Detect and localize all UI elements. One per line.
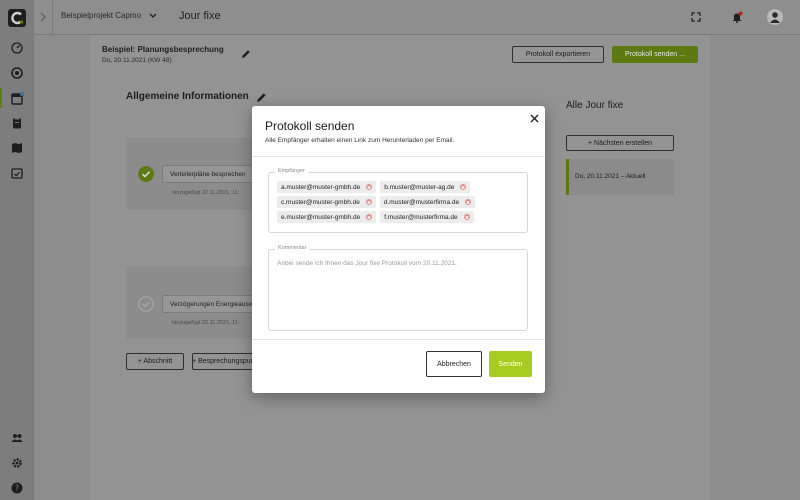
team-icon[interactable] bbox=[10, 431, 24, 445]
send-protocol-dialog: Protokoll senden Alle Empfänger erhalten… bbox=[252, 106, 545, 393]
recipient-email: a.muster@muster-gmbh.de bbox=[281, 183, 361, 191]
agenda-item-meta: hinzugefügt 22.11.2021, 11: bbox=[172, 320, 240, 326]
recipient-email: c.muster@muster-gmbh.de bbox=[281, 198, 360, 206]
agenda-item: Verzögerungen Energieausweis hinzugefügt… bbox=[126, 267, 262, 339]
tickets-icon[interactable] bbox=[10, 66, 24, 80]
agenda-item-meta: hinzugefügt 22.11.2021, 11: bbox=[172, 190, 240, 196]
top-bar: Beispielprojekt Capmo Jour fixe bbox=[34, 0, 800, 35]
recipient-chip: a.muster@muster-gmbh.de bbox=[277, 181, 377, 193]
unchecked-circle-icon[interactable] bbox=[138, 296, 154, 312]
svg-text:?: ? bbox=[15, 484, 19, 493]
recipient-chip: e.muster@muster-gmbh.de bbox=[277, 211, 377, 223]
notification-bell-icon[interactable] bbox=[731, 11, 743, 23]
clipboard-icon[interactable] bbox=[10, 116, 24, 130]
dialog-title: Protokoll senden bbox=[265, 119, 355, 133]
recipient-email: b.muster@muster-ag.de bbox=[384, 183, 455, 191]
recipient-chip: b.muster@muster-ag.de bbox=[380, 181, 471, 193]
add-discussion-point-button[interactable]: + Besprechungspunkt bbox=[192, 353, 260, 370]
agenda-item-title[interactable]: Verzögerungen Energieausweis bbox=[162, 295, 262, 313]
sidebar: ? bbox=[0, 0, 34, 500]
comment-input[interactable]: Anbei sende ich Ihnen das Jour fixe Prot… bbox=[277, 260, 457, 267]
map-icon[interactable] bbox=[10, 141, 24, 155]
cancel-button[interactable]: Abbrechen bbox=[426, 351, 482, 377]
divider bbox=[252, 156, 545, 157]
agenda-item: Verteilerpläne besprechen hinzugefügt 22… bbox=[126, 138, 262, 210]
settings-icon[interactable] bbox=[10, 456, 24, 470]
recipient-chip: d.muster@musterfirma.de bbox=[379, 196, 476, 208]
close-icon[interactable] bbox=[528, 112, 540, 124]
agenda-item-title[interactable]: Verteilerpläne besprechen bbox=[162, 165, 262, 183]
recipient-email: e.muster@muster-gmbh.de bbox=[281, 213, 361, 221]
chevron-right-icon[interactable] bbox=[38, 11, 48, 23]
checked-circle-icon[interactable] bbox=[138, 166, 154, 182]
dashboard-icon[interactable] bbox=[10, 41, 24, 55]
meeting-title: Beispiel: Planungsbesprechung bbox=[102, 45, 224, 54]
comment-label: Kommentar bbox=[275, 245, 310, 251]
remove-recipient-icon[interactable] bbox=[460, 184, 467, 190]
recipient-chips: a.muster@muster-gmbh.de b.muster@muster-… bbox=[277, 181, 521, 223]
divider bbox=[52, 0, 53, 35]
recipient-chip: c.muster@muster-gmbh.de bbox=[277, 196, 376, 208]
remove-recipient-icon[interactable] bbox=[365, 199, 372, 205]
remove-recipient-icon[interactable] bbox=[465, 199, 472, 205]
calendar-check-icon[interactable] bbox=[10, 166, 24, 180]
section-title: Allgemeine Informationen bbox=[126, 91, 249, 102]
send-button[interactable]: Senden bbox=[489, 351, 532, 377]
dialog-subtitle: Alle Empfänger erhalten einen Link zum H… bbox=[265, 137, 455, 144]
help-icon[interactable]: ? bbox=[10, 481, 24, 495]
remove-recipient-icon[interactable] bbox=[463, 214, 470, 220]
edit-pencil-icon[interactable] bbox=[256, 92, 267, 103]
chevron-down-icon bbox=[149, 13, 157, 18]
send-protocol-button[interactable]: Protokoll senden ... bbox=[612, 46, 698, 63]
recipient-email: f.muster@musterfirma.de bbox=[384, 213, 458, 221]
page-title: Jour fixe bbox=[179, 10, 221, 22]
recipients-field[interactable]: Empfänger a.muster@muster-gmbh.de b.must… bbox=[268, 168, 528, 233]
project-selector[interactable]: Beispielprojekt Capmo bbox=[61, 11, 157, 20]
export-protocol-button[interactable]: Protokoll exportieren bbox=[512, 46, 604, 63]
jour-fixe-entry[interactable]: Do, 20.11.2021 – Aktuell bbox=[566, 159, 674, 195]
jour-fixe-list-title: Alle Jour fixe bbox=[566, 100, 624, 111]
calendar-icon[interactable] bbox=[10, 91, 24, 105]
capmo-logo[interactable] bbox=[8, 9, 26, 27]
remove-recipient-icon[interactable] bbox=[366, 214, 373, 220]
user-avatar[interactable] bbox=[767, 9, 783, 25]
add-section-button[interactable]: + Abschnitt bbox=[126, 353, 184, 370]
fullscreen-icon[interactable] bbox=[690, 11, 702, 23]
remove-recipient-icon[interactable] bbox=[366, 184, 373, 190]
recipient-chip: f.muster@musterfirma.de bbox=[380, 211, 474, 223]
recipients-label: Empfänger bbox=[275, 168, 308, 174]
comment-field[interactable]: Kommentar Anbei sende ich Ihnen das Jour… bbox=[268, 245, 528, 331]
divider bbox=[252, 339, 545, 340]
edit-pencil-icon[interactable] bbox=[241, 49, 251, 59]
project-name: Beispielprojekt Capmo bbox=[61, 11, 142, 20]
recipient-email: d.muster@musterfirma.de bbox=[383, 198, 460, 206]
create-next-button[interactable]: + Nächsten erstellen bbox=[566, 135, 674, 151]
meeting-date: Do, 20.11.2021 (KW 48) bbox=[102, 57, 172, 64]
